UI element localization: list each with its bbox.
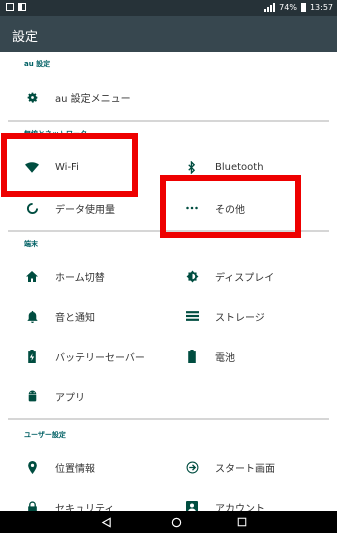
setting-account[interactable]: アカウント [0,489,337,511]
setting-apps[interactable]: アプリ [0,378,168,414]
signal-icon [264,3,276,12]
setting-au-menu[interactable]: au 設定メニュー [0,79,337,115]
android-icon [25,389,39,403]
recent-apps-button[interactable] [236,516,248,528]
sd-card-notification-icon [18,3,26,11]
setting-label: アカウント [215,503,265,512]
storage-icon [185,309,199,323]
battery-status-icon [300,3,306,12]
clock: 13:57 [309,3,333,12]
highlight-box-wifi [1,133,138,197]
setting-label: Bluetooth [215,161,264,173]
divider [8,418,329,420]
back-button[interactable] [100,516,112,528]
setting-label: 電池 [215,352,235,364]
bluetooth-icon [185,160,199,174]
status-bar: 74% 13:57 [0,0,337,16]
start-screen-icon [185,460,199,474]
setting-battery[interactable]: 電池 [0,338,337,374]
settings-list[interactable]: au 設定 au 設定メニュー 無線とネットワーク Wi-Fi Bluetoot… [0,52,337,511]
setting-label: アプリ [55,392,85,404]
brightness-icon [185,269,199,283]
setting-label: ディスプレイ [215,272,275,284]
highlight-box-more [160,175,301,238]
home-button[interactable] [170,516,182,528]
setting-label: ストレージ [215,312,265,324]
battery-percentage: 74% [279,3,297,12]
section-header-personal: ユーザー設定 [24,431,66,439]
setting-display[interactable]: ディスプレイ [0,258,337,294]
navigation-bar [0,511,337,533]
screenshot-notification-icon [6,3,14,11]
account-icon [185,500,199,511]
notification-icons [6,3,26,11]
section-header-device: 端末 [24,240,38,248]
page-title: 設定 [12,30,39,45]
gear-icon [25,90,39,104]
divider [8,120,329,122]
setting-label: au 設定メニュー [55,93,131,105]
setting-start-screen[interactable]: スタート画面 [0,449,337,485]
setting-storage[interactable]: ストレージ [0,298,337,334]
section-header-au: au 設定 [24,60,51,68]
battery-icon [185,349,199,363]
app-bar: 設定 [0,16,337,52]
setting-label: スタート画面 [215,463,275,475]
